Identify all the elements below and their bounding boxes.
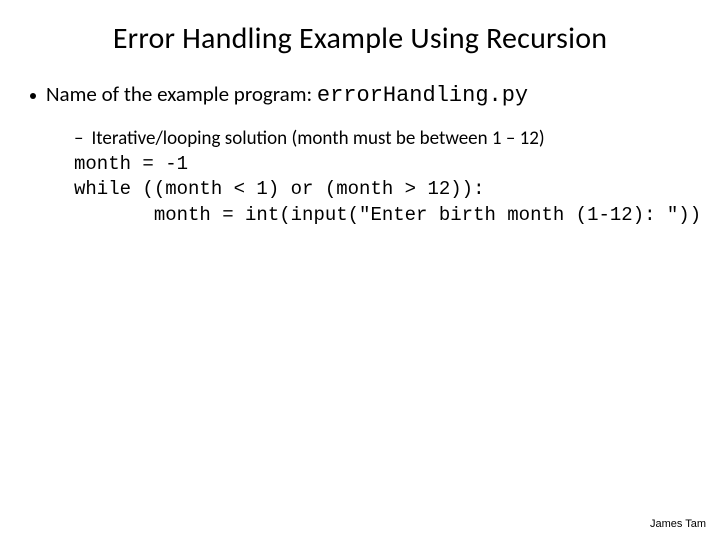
- dash-icon: –: [74, 126, 83, 152]
- sub-intro: Iterative/looping solution (month must b…: [91, 126, 544, 152]
- program-name: errorHandling.py: [317, 83, 528, 108]
- slide-body: Name of the example program: errorHandli…: [0, 67, 720, 229]
- sub-bullet: – Iterative/looping solution (month must…: [74, 126, 690, 152]
- footer-author: James Tam: [650, 518, 706, 530]
- code-line-1: month = -1: [74, 152, 690, 178]
- slide: Error Handling Example Using Recursion N…: [0, 0, 720, 540]
- bullet-level1: Name of the example program: errorHandli…: [30, 81, 690, 108]
- code-line-3: month = int(input("Enter birth month (1-…: [74, 203, 690, 229]
- bullet-prefix: Name of the example program:: [46, 81, 317, 107]
- bullet-dot-icon: [30, 93, 36, 99]
- sub-block: – Iterative/looping solution (month must…: [74, 126, 690, 229]
- code-line-2: while ((month < 1) or (month > 12)):: [74, 177, 690, 203]
- slide-title: Error Handling Example Using Recursion: [0, 0, 720, 67]
- bullet-text: Name of the example program: errorHandli…: [46, 81, 690, 108]
